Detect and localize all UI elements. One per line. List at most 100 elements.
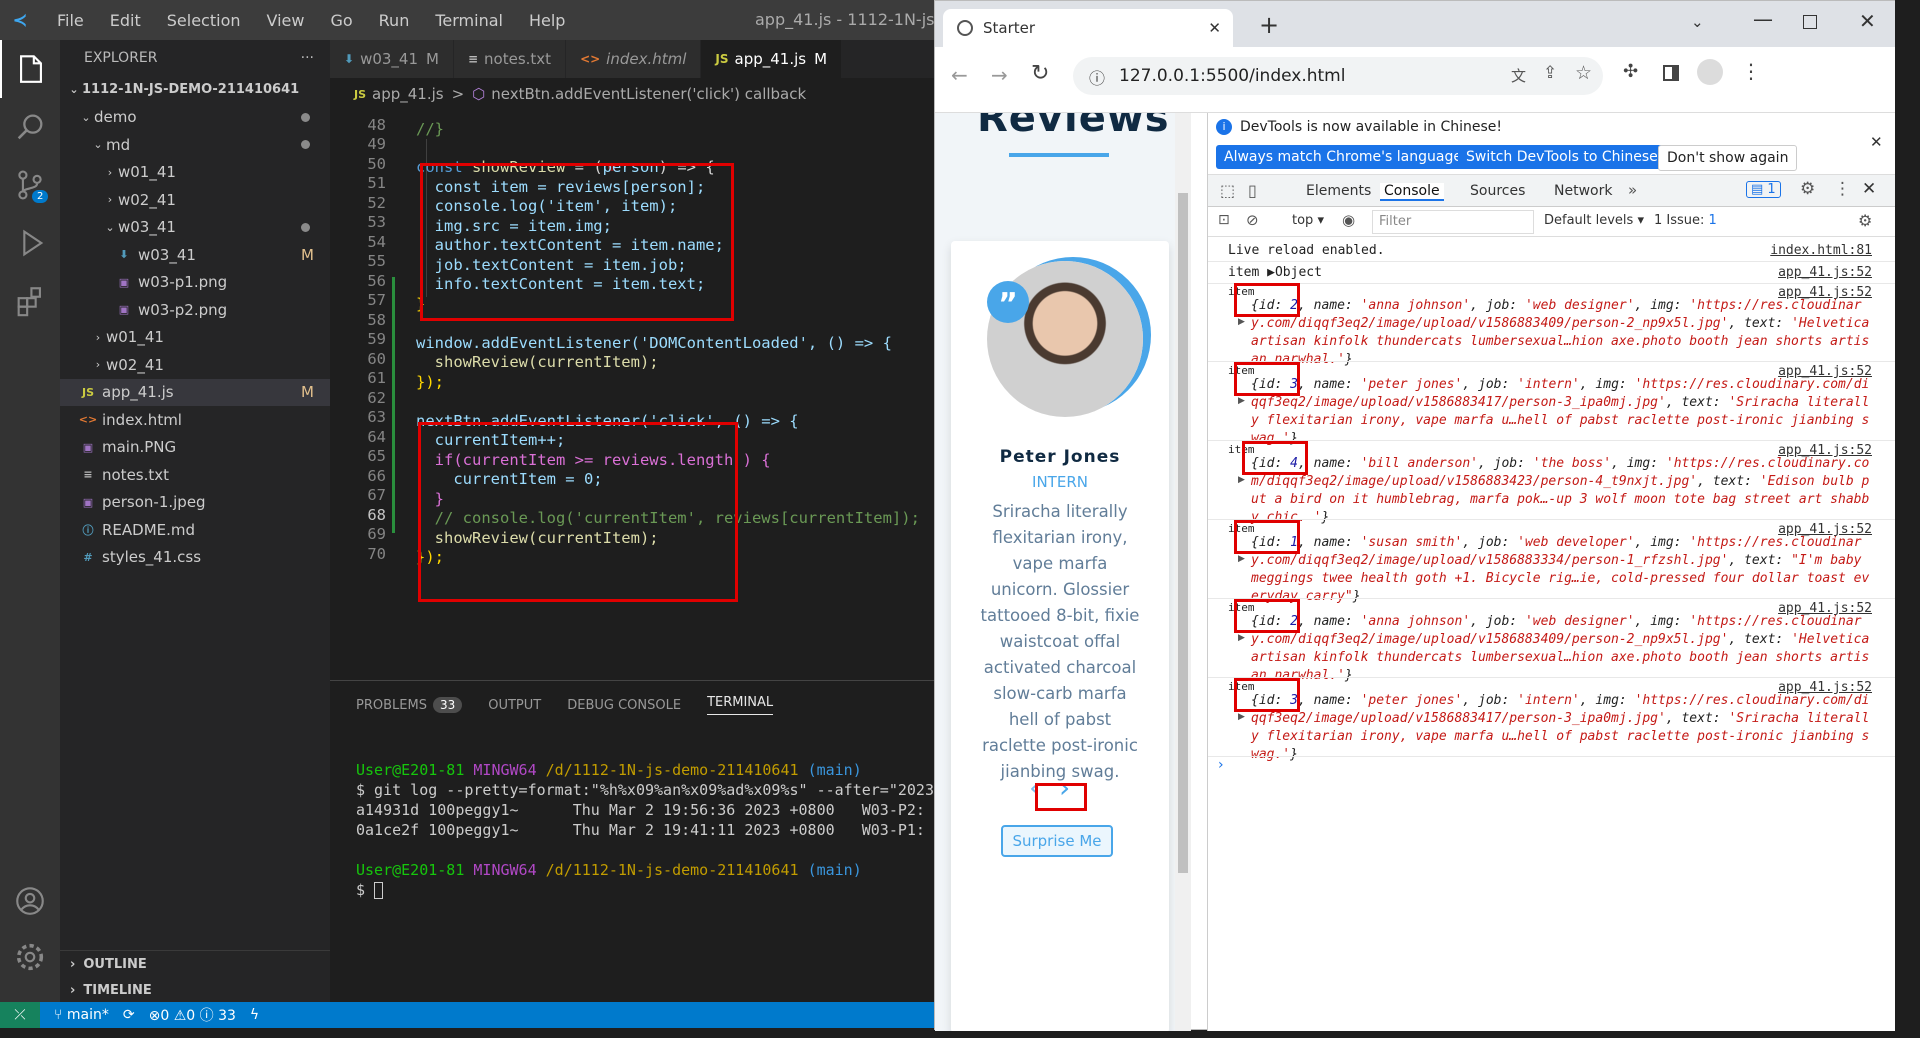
close-window-icon[interactable]: ✕ (1859, 9, 1876, 33)
problems-status[interactable]: ⊗0 ⚠0 ⓘ 33 (149, 1005, 236, 1025)
expand-triangle-icon[interactable]: ▶ (1238, 712, 1245, 722)
url-field[interactable]: ⓘ 127.0.0.1:5500/index.html 文 ⇪ ☆ (1073, 57, 1603, 95)
extensions-puzzle-icon[interactable]: ✣ (1623, 61, 1638, 82)
terminal-input-line[interactable]: $ (356, 881, 384, 899)
lightning-icon[interactable]: ϟ (250, 1007, 259, 1023)
remote-icon[interactable]: ⤫ (0, 1002, 40, 1028)
inspect-element-icon[interactable]: ⬚ (1220, 181, 1235, 200)
folder-item[interactable]: › w01_41 (60, 159, 330, 187)
scrollbar-thumb[interactable] (1178, 193, 1188, 873)
folder-item[interactable]: ⌄ md (60, 131, 330, 159)
expand-triangle-icon[interactable]: ▶ (1238, 396, 1245, 406)
devtools-menu-icon[interactable]: ⋮ (1834, 179, 1851, 199)
outline-section[interactable]: › OUTLINE (60, 951, 330, 977)
bookmark-star-icon[interactable]: ☆ (1575, 62, 1592, 84)
file-item[interactable]: ▣ main.PNG (60, 434, 330, 462)
file-item[interactable]: ▣ w03-p1.png (60, 269, 330, 297)
log-levels-select[interactable]: Default levels ▾ (1544, 213, 1644, 228)
file-item[interactable]: ≡ notes.txt (60, 461, 330, 489)
tab-debug-console[interactable]: DEBUG CONSOLE (567, 698, 681, 713)
clear-console-icon[interactable]: ⊘ (1246, 211, 1259, 229)
search-icon[interactable] (0, 98, 60, 156)
extensions-icon[interactable] (0, 272, 60, 330)
folder-item[interactable]: › w01_41 (60, 324, 330, 352)
folder-item[interactable]: › w02_41 (60, 351, 330, 379)
file-item[interactable]: JS app_41.js M (60, 378, 330, 406)
tab-network[interactable]: Network (1554, 183, 1612, 199)
console-prompt-icon[interactable]: › (1218, 757, 1224, 773)
expand-triangle-icon[interactable]: ▶ (1238, 317, 1245, 327)
editor-tab[interactable]: ⬇ w03_41 M (330, 40, 454, 78)
back-icon[interactable]: ← (951, 63, 968, 87)
maximize-icon[interactable] (1803, 15, 1817, 29)
console-source-link[interactable]: index.html:81 (1770, 243, 1872, 258)
profile-avatar[interactable] (1697, 59, 1723, 85)
close-banner-icon[interactable]: ✕ (1870, 133, 1883, 151)
filter-input[interactable]: Filter (1372, 210, 1534, 234)
side-panel-icon[interactable] (1663, 65, 1679, 81)
issues-button[interactable]: 1 Issue: 1 (1654, 213, 1717, 228)
browser-tab[interactable]: Starter ✕ (943, 9, 1233, 47)
file-item[interactable]: <> index.html (60, 406, 330, 434)
breadcrumb-symbol[interactable]: nextBtn.addEventListener('click') callba… (491, 85, 806, 103)
menu-file[interactable]: File (44, 11, 97, 30)
reload-icon[interactable]: ↻ (1031, 61, 1049, 86)
console-settings-icon[interactable]: ⚙ (1858, 211, 1872, 230)
editor-tab[interactable]: <> index.html (566, 40, 702, 78)
context-select[interactable]: top ▾ (1292, 213, 1324, 228)
explorer-more-button[interactable]: ··· (301, 50, 314, 66)
more-tabs-icon[interactable]: » (1628, 181, 1637, 199)
menu-selection[interactable]: Selection (154, 11, 254, 30)
account-icon[interactable] (0, 872, 60, 930)
editor-tab[interactable]: JS app_41.js M (701, 40, 843, 78)
expand-triangle-icon[interactable]: ▶ (1238, 475, 1245, 485)
expand-triangle-icon[interactable]: ▶ (1238, 633, 1245, 643)
tab-elements[interactable]: Elements (1306, 183, 1371, 199)
workspace-root[interactable]: ⌄ 1112-1N-JS-DEMO-211410641 (60, 76, 330, 104)
folder-item[interactable]: ⌄ demo (60, 104, 330, 132)
branch-status[interactable]: ⑂ main* (54, 1007, 109, 1023)
tab-search-icon[interactable]: ⌄ (1691, 13, 1704, 31)
menu-run[interactable]: Run (366, 11, 423, 30)
code-editor[interactable]: 4748495051525354555657585960616263646566… (330, 110, 934, 680)
site-info-icon[interactable]: ⓘ (1089, 65, 1105, 89)
editor-tab[interactable]: ≡ notes.txt (453, 40, 567, 78)
sidebar-toggle-icon[interactable]: ⊡ (1218, 212, 1230, 228)
tab-output[interactable]: OUTPUT (488, 698, 541, 713)
file-item[interactable]: ▣ w03-p2.png (60, 296, 330, 324)
menu-view[interactable]: View (254, 11, 318, 30)
console-source-link[interactable]: app_41.js:52 (1778, 265, 1872, 280)
surprise-button[interactable]: Surprise Me (1001, 825, 1113, 857)
messages-badge[interactable]: ▤ 1 (1746, 181, 1781, 198)
match-language-button[interactable]: Always match Chrome's language (1216, 145, 1470, 169)
translate-icon[interactable]: 文 (1511, 65, 1526, 86)
folder-item[interactable]: ⌄ w03_41 (60, 214, 330, 242)
menu-go[interactable]: Go (317, 11, 365, 30)
source-control-icon[interactable]: 2 (0, 156, 60, 214)
timeline-section[interactable]: › TIMELINE (60, 977, 330, 1003)
close-tab-icon[interactable]: ✕ (1208, 19, 1221, 37)
page-scrollbar[interactable] (1175, 113, 1191, 1031)
menu-terminal[interactable]: Terminal (422, 11, 516, 30)
file-item[interactable]: ⬇ w03_41 M (60, 241, 330, 269)
tab-console[interactable]: Console (1380, 183, 1444, 201)
breadcrumb-file[interactable]: app_41.js (372, 85, 444, 103)
device-toolbar-icon[interactable]: ▯ (1248, 181, 1257, 200)
file-item[interactable]: ▣ person-1.jpeg (60, 489, 330, 517)
new-tab-icon[interactable]: + (1259, 11, 1279, 39)
close-devtools-icon[interactable]: ✕ (1862, 179, 1876, 199)
share-icon[interactable]: ⇪ (1543, 63, 1557, 83)
live-expression-eye-icon[interactable]: ◉ (1342, 211, 1355, 229)
folder-item[interactable]: › w02_41 (60, 186, 330, 214)
menu-help[interactable]: Help (516, 11, 578, 30)
minimize-icon[interactable]: — (1753, 7, 1773, 31)
menu-edit[interactable]: Edit (97, 11, 154, 30)
tab-terminal[interactable]: TERMINAL (707, 695, 774, 715)
expand-triangle-icon[interactable]: ▶ (1238, 554, 1245, 564)
settings-gear-icon[interactable] (0, 928, 60, 986)
dont-show-button[interactable]: Don't show again (1658, 145, 1798, 171)
devtools-settings-icon[interactable]: ⚙ (1800, 179, 1815, 199)
switch-chinese-button[interactable]: Switch DevTools to Chinese (1458, 145, 1666, 169)
forward-icon[interactable]: → (991, 63, 1008, 87)
file-item[interactable]: ⓘ README.md (60, 516, 330, 544)
